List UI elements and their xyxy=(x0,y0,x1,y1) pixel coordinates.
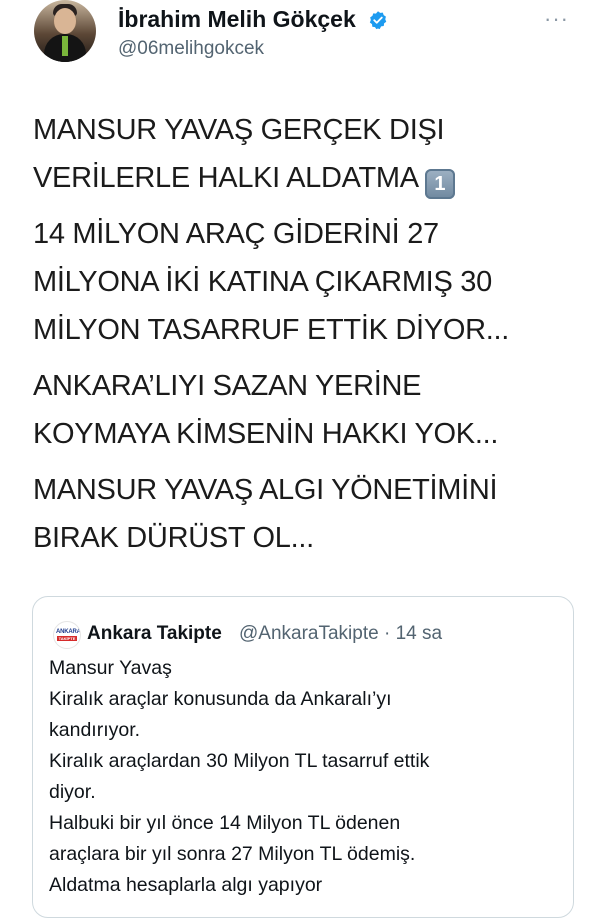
tweet-line: MİLYONA İKİ KATINA ÇIKARMIŞ 30 xyxy=(33,266,492,298)
tweet-line: MİLYON TASARRUF ETTİK DİYOR... xyxy=(33,314,509,346)
author-avatar[interactable] xyxy=(34,0,96,62)
avatar-tie xyxy=(62,36,68,56)
quoted-line: Kiralık araçlar konusunda da Ankaralı’yı xyxy=(49,688,392,710)
tweet-line: MANSUR YAVAŞ ALGI YÖNETİMİNİ xyxy=(33,474,498,506)
quoted-author-avatar[interactable]: ANKARA TAKİPTE xyxy=(53,621,81,649)
avatar-logo-text: ANKARA xyxy=(56,629,81,635)
quoted-author-name[interactable]: Ankara Takipte xyxy=(87,621,222,647)
tweet-line-text: VERİLERLE HALKI ALDATMA xyxy=(33,162,419,194)
quoted-line: diyor. xyxy=(49,781,96,803)
quoted-line: Mansur Yavaş xyxy=(49,657,172,679)
avatar-face xyxy=(54,8,76,34)
quoted-line: Halbuki bir yıl önce 14 Milyon TL ödenen xyxy=(49,812,401,834)
avatar-logo-bar: TAKİPTE xyxy=(57,636,77,641)
author-name-text[interactable]: İbrahim Melih Gökçek xyxy=(118,6,356,32)
tweet-line: ANKARA’LIYI SAZAN YERİNE xyxy=(33,370,422,402)
tweet-line-with-emoji: VERİLERLE HALKI ALDATMA 1 xyxy=(33,154,573,202)
quoted-tweet-body: Mansur Yavaş Kiralık araçlar konusunda d… xyxy=(49,653,559,901)
tweet-line: KOYMAYA KİMSENİN HAKKI YOK... xyxy=(33,418,499,450)
quoted-line: Aldatma hesaplarla algı yapıyor xyxy=(49,874,323,896)
keycap-one-emoji-icon: 1 xyxy=(424,169,455,199)
tweet-paragraph-3: ANKARA’LIYI SAZAN YERİNE KOYMAYA KİMSENİ… xyxy=(33,362,573,458)
tweet-line: MANSUR YAVAŞ GERÇEK DIŞI xyxy=(33,114,445,146)
quoted-line: kandırıyor. xyxy=(49,719,141,741)
quoted-author-handle-time[interactable]: @AnkaraTakipte · 14 sa xyxy=(239,621,442,647)
tweet-paragraph-4: MANSUR YAVAŞ ALGI YÖNETİMİNİ BIRAK DÜRÜS… xyxy=(33,466,573,562)
quoted-line: araçlara bir yıl sonra 27 Milyon TL ödem… xyxy=(49,843,416,865)
tweet-line: 14 MİLYON ARAÇ GİDERİNİ 27 xyxy=(33,218,439,250)
quoted-line: Kiralık araçlardan 30 Milyon TL tasarruf… xyxy=(49,750,430,772)
tweet-paragraph-1: MANSUR YAVAŞ GERÇEK DIŞI VERİLERLE HALKI… xyxy=(33,106,573,202)
tweet-header: İbrahim Melih Gökçek @06melihgokcek ··· xyxy=(0,0,600,90)
tweet-text: MANSUR YAVAŞ GERÇEK DIŞI VERİLERLE HALKI… xyxy=(33,106,573,570)
tweet-line: BIRAK DÜRÜST OL... xyxy=(33,522,314,554)
ellipsis-icon[interactable]: ··· xyxy=(544,6,569,32)
tweet-paragraph-2: 14 MİLYON ARAÇ GİDERİNİ 27 MİLYONA İKİ K… xyxy=(33,210,573,354)
verified-badge-icon xyxy=(369,11,387,30)
quoted-tweet-card[interactable]: ANKARA TAKİPTE Ankara Takipte @AnkaraTak… xyxy=(32,596,574,918)
author-handle[interactable]: @06melihgokcek xyxy=(118,38,264,60)
author-display-name[interactable]: İbrahim Melih Gökçek xyxy=(118,6,388,33)
